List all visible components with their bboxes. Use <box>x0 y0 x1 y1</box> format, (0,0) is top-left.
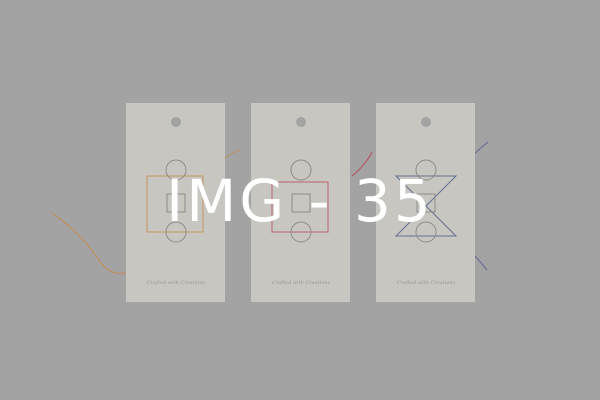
hang-tag-1: Crafted with Creations <box>126 103 225 302</box>
tag-3-caption: Crafted with Creations <box>397 280 455 286</box>
hang-tags-photo: Crafted with Creations Crafted with Crea… <box>0 0 600 400</box>
tag-1-caption: Crafted with Creations <box>147 280 205 286</box>
hang-tag-2: Crafted with Creations <box>251 103 350 302</box>
tag-2-caption: Crafted with Creations <box>272 280 330 286</box>
hang-tag-3: Crafted with Creations <box>376 103 475 302</box>
image-canvas: Crafted with Creations Crafted with Crea… <box>0 0 600 400</box>
